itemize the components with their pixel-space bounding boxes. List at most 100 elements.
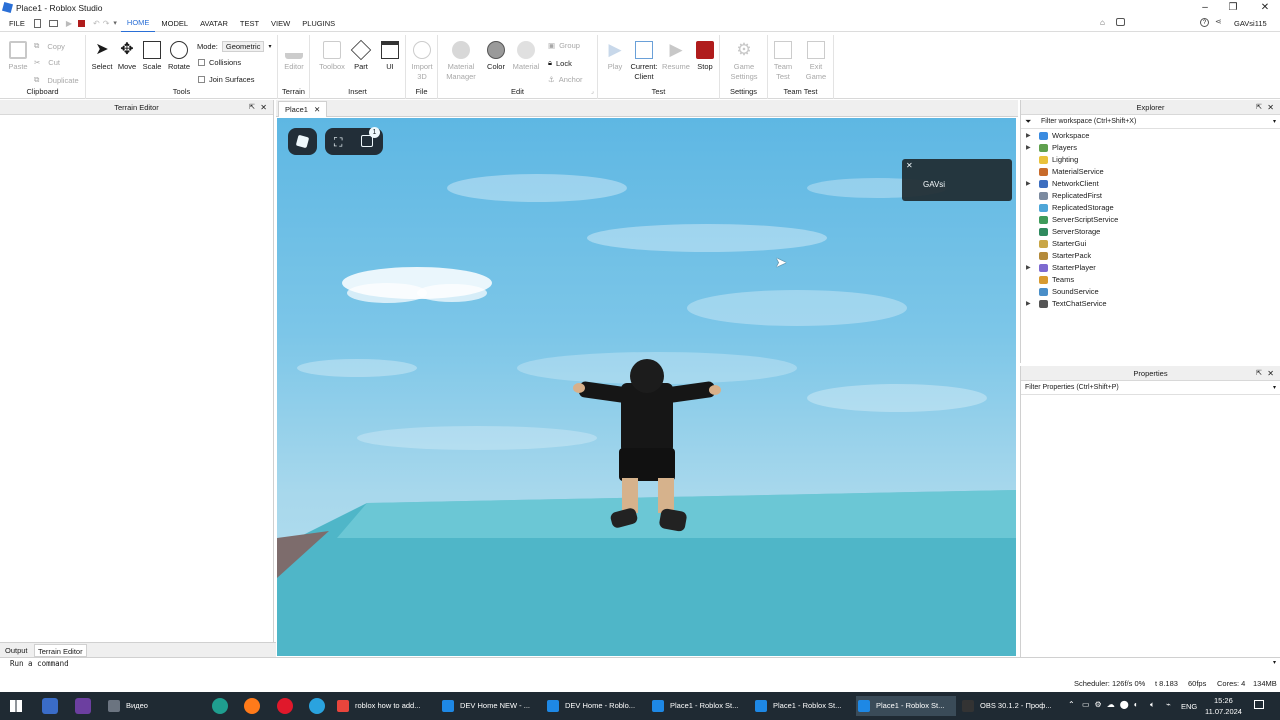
taskbar-app[interactable]: Place1 - Roblox St... xyxy=(650,696,750,716)
menu-plugins[interactable]: PLUGINS xyxy=(296,15,341,32)
clock-time[interactable]: 15:26 xyxy=(1214,696,1233,705)
edge-icon[interactable] xyxy=(212,698,228,714)
scale-button[interactable]: Scale xyxy=(137,41,167,72)
game-viewport[interactable]: ⛶ 1 ✕ GAVsi ➤ xyxy=(277,118,1016,656)
game-settings-button[interactable]: ⚙ Game Settings xyxy=(729,41,759,82)
stop-button[interactable]: Stop xyxy=(690,41,720,72)
current-client-button[interactable]: Current: Client xyxy=(627,41,661,82)
anchor-button[interactable]: ⚓︎ Anchor xyxy=(548,75,583,84)
play-button[interactable]: ▶ Play xyxy=(600,41,630,72)
copy-button[interactable]: ⧉ Copy xyxy=(34,41,65,51)
chat-icon[interactable] xyxy=(1116,18,1125,26)
menu-file[interactable]: FILE xyxy=(3,15,31,32)
customize-toolbar-icon[interactable]: ▾ xyxy=(113,19,117,27)
menu-model[interactable]: MODEL xyxy=(155,15,194,32)
taskbar-app[interactable]: roblox how to add... xyxy=(335,696,437,716)
expand-arrow-icon[interactable]: ▶ xyxy=(1026,130,1031,142)
explorer-filter-input[interactable]: ⏷ Filter workspace (Ctrl+Shift+X) ▾ xyxy=(1021,115,1280,129)
mode-selector[interactable]: Mode: Geometric ▾ xyxy=(197,41,271,52)
start-button[interactable] xyxy=(10,700,22,712)
explorer-item[interactable]: ServerStorage xyxy=(1021,226,1280,238)
roblox-menu-button[interactable] xyxy=(288,128,317,155)
menu-test[interactable]: TEST xyxy=(234,15,265,32)
tray-chevron-icon[interactable]: ⌃ xyxy=(1068,700,1075,709)
selfview-icon[interactable]: ⛶ xyxy=(334,135,342,150)
cut-button[interactable]: ✂ Cut xyxy=(34,58,60,67)
share-icon[interactable]: ⋖ xyxy=(1215,17,1222,26)
color-button[interactable]: Color xyxy=(481,41,511,72)
help-icon[interactable]: ? xyxy=(1200,18,1209,27)
explorer-item[interactable]: StarterGui xyxy=(1021,238,1280,250)
close-notification-icon[interactable]: ✕ xyxy=(906,161,913,170)
import-3d-button[interactable]: Import 3D xyxy=(407,41,437,82)
tab-place1[interactable]: Place1 ✕ xyxy=(278,101,328,117)
paste-button[interactable]: Paste xyxy=(3,41,33,72)
group-button[interactable]: ▣ Group xyxy=(548,41,580,50)
telegram-icon[interactable] xyxy=(309,698,325,714)
menu-home[interactable]: HOME xyxy=(120,14,156,32)
language-indicator[interactable]: ENG xyxy=(1181,702,1197,711)
close-icon[interactable]: ✕ xyxy=(260,100,267,115)
explorer-item[interactable]: ReplicatedFirst xyxy=(1021,190,1280,202)
ui-button[interactable]: UI xyxy=(375,41,405,72)
video-editor-icon[interactable] xyxy=(75,698,91,714)
redo-icon[interactable]: ↷ xyxy=(103,19,110,28)
chevron-down-icon[interactable]: ▾ xyxy=(1273,115,1276,129)
opera-icon[interactable] xyxy=(277,698,293,714)
maximize-button[interactable]: ❐ xyxy=(1218,0,1248,15)
tab-terrain-editor[interactable]: Terrain Editor xyxy=(34,644,87,657)
close-icon[interactable]: ✕ xyxy=(1267,366,1274,381)
notifications-icon[interactable] xyxy=(1254,700,1264,709)
user-name[interactable]: GAVsi115 xyxy=(1234,19,1267,28)
firefox-icon[interactable] xyxy=(244,698,260,714)
new-file-icon[interactable] xyxy=(33,18,41,28)
taskbar-app[interactable]: Place1 - Roblox St... xyxy=(856,696,956,716)
team-test-button[interactable]: Team Test xyxy=(768,41,798,82)
collisions-toggle[interactable]: Collisions xyxy=(198,58,241,67)
minimize-button[interactable]: – xyxy=(1190,0,1220,15)
command-input[interactable]: Run a command xyxy=(10,659,69,668)
pin-icon[interactable]: ⇱ xyxy=(1256,100,1262,115)
lock-button[interactable]: 🔒︎ Lock xyxy=(548,58,572,68)
terrain-editor-button[interactable]: Editor xyxy=(279,41,309,72)
duplicate-button[interactable]: ⧉ Duplicate xyxy=(34,75,79,85)
taskbar-app[interactable]: OBS 30.1.2 - Проф... xyxy=(960,696,1064,716)
pin-icon[interactable]: ⇱ xyxy=(1256,366,1262,381)
explorer-item[interactable]: ▶ NetworkClient xyxy=(1021,178,1280,190)
volume-icon[interactable]: 🔈︎ xyxy=(1150,700,1155,710)
explorer-item[interactable]: ▶ TextChatService xyxy=(1021,298,1280,310)
explorer-item[interactable]: Lighting xyxy=(1021,154,1280,166)
tray-icons[interactable]: ▭⚙☁⬤◐ xyxy=(1082,700,1144,709)
properties-filter-input[interactable]: Filter Properties (Ctrl+Shift+P) ▾ xyxy=(1021,381,1280,395)
taskbar-app[interactable]: Видео xyxy=(106,696,196,716)
toolbox-button[interactable]: Toolbox xyxy=(317,41,347,72)
expand-arrow-icon[interactable]: ▶ xyxy=(1026,298,1031,310)
explorer-item[interactable]: ReplicatedStorage xyxy=(1021,202,1280,214)
expand-arrow-icon[interactable]: ▶ xyxy=(1026,262,1031,274)
explorer-item[interactable]: ▶ Players xyxy=(1021,142,1280,154)
resume-button[interactable]: ▶ Resume xyxy=(661,41,691,72)
menu-avatar[interactable]: AVATAR xyxy=(194,15,234,32)
chevron-down-icon[interactable]: ▾ xyxy=(1273,659,1276,666)
stop-small-icon[interactable] xyxy=(78,19,85,27)
taskbar-app[interactable]: Place1 - Roblox St... xyxy=(753,696,853,716)
home-icon[interactable]: ⌂ xyxy=(1100,18,1105,27)
explorer-item[interactable]: ▶ Workspace xyxy=(1021,130,1280,142)
exit-game-button[interactable]: Exit Game xyxy=(801,41,831,82)
explorer-item[interactable]: ServerScriptService xyxy=(1021,214,1280,226)
mode-dropdown[interactable]: Geometric xyxy=(221,41,265,52)
join-surfaces-checkbox[interactable] xyxy=(198,76,205,83)
close-window-button[interactable]: ✕ xyxy=(1250,0,1280,15)
network-icon[interactable]: ⌁ xyxy=(1166,700,1171,709)
open-file-icon[interactable] xyxy=(48,19,58,27)
explorer-item[interactable]: SoundService xyxy=(1021,286,1280,298)
close-tab-icon[interactable]: ✕ xyxy=(314,105,320,114)
rotate-button[interactable]: Rotate xyxy=(164,41,194,72)
tab-output[interactable]: Output xyxy=(2,644,31,657)
explorer-item[interactable]: ▶ StarterPlayer xyxy=(1021,262,1280,274)
explorer-item[interactable]: Teams xyxy=(1021,274,1280,286)
close-icon[interactable]: ✕ xyxy=(1267,100,1274,115)
calculator-icon[interactable] xyxy=(42,698,58,714)
edit-expand-icon[interactable]: ⌟ xyxy=(591,88,594,95)
command-bar[interactable]: Run a command ▾ xyxy=(0,657,1280,670)
